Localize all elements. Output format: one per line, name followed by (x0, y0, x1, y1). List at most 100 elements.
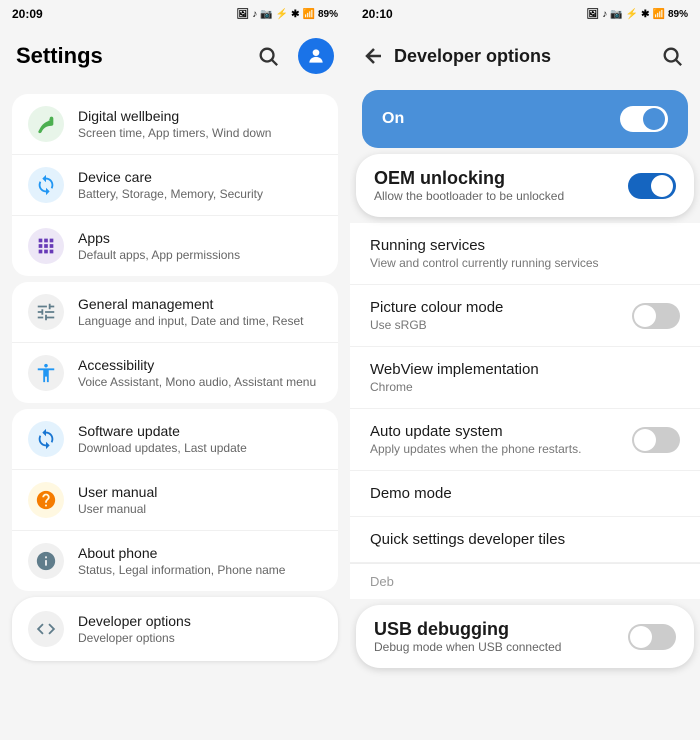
software-update-subtitle: Download updates, Last update (78, 441, 322, 455)
r-nfc-icon: ✱ (641, 9, 649, 20)
right-panel-title: Developer options (394, 46, 652, 67)
developer-options-content: On OEM unlocking Allow the bootloader to… (350, 84, 700, 740)
group-1: Digital wellbeing Screen time, App timer… (12, 94, 338, 276)
user-manual-text: User manual User manual (78, 484, 322, 516)
screenshot-icon: 📷 (260, 9, 272, 20)
demo-mode-title: Demo mode (370, 485, 680, 502)
picture-colour-toggle[interactable] (632, 303, 680, 329)
quick-settings-text: Quick settings developer tiles (370, 531, 680, 548)
update-icon (35, 428, 57, 450)
device-care-title: Device care (78, 169, 322, 185)
usb-debugging-toggle[interactable] (628, 624, 676, 650)
running-services-text: Running services View and control curren… (370, 237, 680, 270)
profile-avatar[interactable] (298, 38, 334, 74)
toggle-thumb (643, 108, 665, 130)
running-services-title: Running services (370, 237, 680, 254)
settings-title: Settings (16, 43, 250, 69)
r-signal-icon: 📶 (653, 9, 665, 20)
accessibility-subtitle: Voice Assistant, Mono audio, Assistant m… (78, 375, 322, 389)
auto-update-thumb (634, 429, 656, 451)
sidebar-item-developer-options[interactable]: Developer options Developer options (12, 597, 338, 661)
webview-implementation-subtitle: Chrome (370, 380, 680, 394)
accessibility-figure-icon (35, 362, 57, 384)
sliders-icon (35, 301, 57, 323)
music-icon: ♪ (252, 9, 257, 20)
settings-list: Digital wellbeing Screen time, App timer… (0, 84, 350, 740)
webview-implementation-title: WebView implementation (370, 361, 680, 378)
about-phone-title: About phone (78, 545, 322, 561)
oem-unlocking-subtitle: Allow the bootloader to be unlocked (374, 189, 628, 203)
battery-left: 89% (318, 9, 338, 20)
developer-items-group: Running services View and control curren… (350, 223, 700, 599)
developer-options-title: Developer options (78, 613, 322, 629)
picture-colour-mode-text: Picture colour mode Use sRGB (370, 299, 632, 332)
sidebar-item-apps[interactable]: Apps Default apps, App permissions (12, 216, 338, 276)
partial-debug-label: Deb (350, 563, 700, 599)
back-arrow-icon (362, 44, 386, 68)
grid-icon (35, 235, 57, 257)
help-icon (35, 489, 57, 511)
usb-debugging-text: USB debugging Debug mode when USB connec… (374, 619, 628, 654)
auto-update-system-item[interactable]: Auto update system Apply updates when th… (350, 409, 700, 471)
refresh-icon (35, 174, 57, 196)
apps-text: Apps Default apps, App permissions (78, 230, 322, 262)
usb-debugging-subtitle: Debug mode when USB connected (374, 640, 628, 654)
apps-subtitle: Default apps, App permissions (78, 248, 322, 262)
webview-implementation-item[interactable]: WebView implementation Chrome (350, 347, 700, 409)
sidebar-item-device-care[interactable]: Device care Battery, Storage, Memory, Se… (12, 155, 338, 216)
right-status-bar: 20:10 🖼 ♪ 📷 ⚡ ✱ 📶 89% (350, 0, 700, 28)
picture-colour-mode-subtitle: Use sRGB (370, 318, 632, 332)
developer-on-row[interactable]: On (362, 90, 688, 148)
software-update-text: Software update Download updates, Last u… (78, 423, 322, 455)
about-phone-text: About phone Status, Legal information, P… (78, 545, 322, 577)
demo-mode-text: Demo mode (370, 485, 680, 502)
digital-wellbeing-title: Digital wellbeing (78, 108, 322, 124)
sidebar-item-user-manual[interactable]: User manual User manual (12, 470, 338, 531)
general-management-subtitle: Language and input, Date and time, Reset (78, 314, 322, 328)
device-care-text: Device care Battery, Storage, Memory, Se… (78, 169, 322, 201)
left-status-icons: 🖼 ♪ 📷 ⚡ ✱ 📶 89% (237, 9, 338, 20)
oem-toggle-thumb (651, 175, 673, 197)
nfc-icon: ✱ (291, 9, 299, 20)
r-music-icon: ♪ (602, 9, 607, 20)
signal-icon: 📶 (303, 9, 315, 20)
right-time: 20:10 (362, 7, 393, 21)
general-management-text: General management Language and input, D… (78, 296, 322, 328)
bluetooth-icon: ⚡ (276, 9, 288, 20)
device-care-subtitle: Battery, Storage, Memory, Security (78, 187, 322, 201)
sidebar-item-software-update[interactable]: Software update Download updates, Last u… (12, 409, 338, 470)
right-status-icons: 🖼 ♪ 📷 ⚡ ✱ 📶 89% (587, 9, 688, 20)
oem-unlocking-item[interactable]: OEM unlocking Allow the bootloader to be… (356, 154, 694, 217)
code-icon (35, 618, 57, 640)
digital-wellbeing-icon (28, 106, 64, 142)
back-button[interactable] (354, 36, 394, 76)
oem-unlocking-toggle[interactable] (628, 173, 676, 199)
picture-colour-mode-item[interactable]: Picture colour mode Use sRGB (350, 285, 700, 347)
right-panel: 20:10 🖼 ♪ 📷 ⚡ ✱ 📶 89% Developer options … (350, 0, 700, 740)
sidebar-item-accessibility[interactable]: Accessibility Voice Assistant, Mono audi… (12, 343, 338, 403)
left-panel: 20:09 🖼 ♪ 📷 ⚡ ✱ 📶 89% Settings (0, 0, 350, 740)
left-search-button[interactable] (250, 38, 286, 74)
sidebar-item-about-phone[interactable]: About phone Status, Legal information, P… (12, 531, 338, 591)
sidebar-item-general-management[interactable]: General management Language and input, D… (12, 282, 338, 343)
r-screenshot-icon: 📷 (610, 9, 622, 20)
developer-options-text: Developer options Developer options (78, 613, 322, 645)
sidebar-item-digital-wellbeing[interactable]: Digital wellbeing Screen time, App timer… (12, 94, 338, 155)
running-services-item[interactable]: Running services View and control curren… (350, 223, 700, 285)
accessibility-icon (28, 355, 64, 391)
auto-update-toggle[interactable] (632, 427, 680, 453)
about-phone-icon (28, 543, 64, 579)
right-search-button[interactable] (652, 36, 692, 76)
accessibility-title: Accessibility (78, 357, 322, 373)
partial-text: Deb (370, 574, 680, 589)
right-search-icon (661, 45, 683, 67)
usb-debugging-item[interactable]: USB debugging Debug mode when USB connec… (356, 605, 694, 668)
developer-on-toggle[interactable] (620, 106, 668, 132)
software-update-icon (28, 421, 64, 457)
about-phone-subtitle: Status, Legal information, Phone name (78, 563, 322, 577)
demo-mode-item[interactable]: Demo mode (350, 471, 700, 517)
group-3: Software update Download updates, Last u… (12, 409, 338, 591)
quick-settings-item[interactable]: Quick settings developer tiles (350, 517, 700, 563)
r-battery: 89% (668, 9, 688, 20)
oem-unlocking-title: OEM unlocking (374, 168, 628, 189)
